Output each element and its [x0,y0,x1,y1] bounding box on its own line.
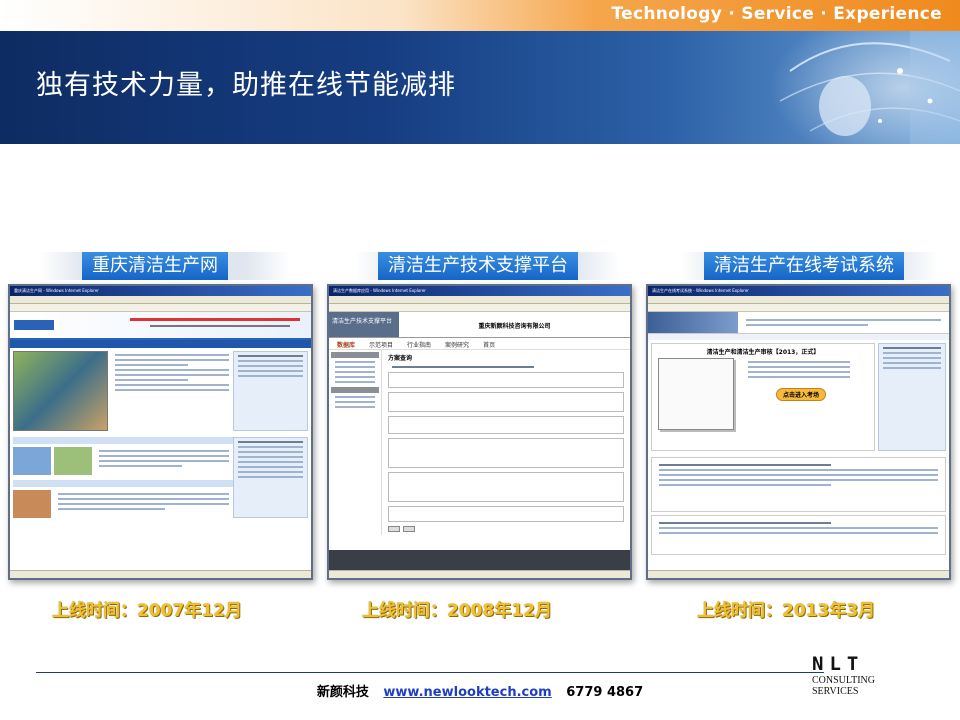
nav-item-database[interactable]: 数据库 [337,340,355,349]
site-footer [329,550,630,570]
launch-date-1: 上线时间：2007年12月 [52,601,242,621]
left-menu [329,350,381,535]
network-globe-illustration [770,31,960,144]
nav-item-home[interactable]: 首页 [483,340,495,349]
nlt-logo: NLT CONSULTING SERVICES [812,653,912,697]
window-title: 重庆清洁生产网 - Windows Internet Explorer [10,286,311,296]
screenshot-online-exam-system: 清洁生产在线考试系统 - Windows Internet Explorer 清… [646,284,951,580]
site-header [648,312,949,334]
screenshot-cq-cleaner-production-site: 重庆清洁生产网 - Windows Internet Explorer [8,284,313,580]
window-title: 清洁生产在线考试系统 - Windows Internet Explorer [648,286,949,296]
footer-url-link[interactable]: www.newlooktech.com [383,685,551,700]
site-nav [10,340,311,348]
window-title: 清洁生产数据库应用 - Windows Internet Explorer [329,286,630,296]
platform-name-1: 重庆清洁生产网 [82,252,228,280]
logo-line-1: CONSULTING [812,675,875,686]
exam-tips [651,457,946,512]
footer-phone: 6779 4867 [566,685,644,700]
toolbar [10,296,311,304]
section-header-1: 重庆清洁生产网 [40,252,290,280]
screenshot-technical-support-platform: 清洁生产数据库应用 - Windows Internet Explorer 清洁… [327,284,632,580]
platform-name-3: 清洁生产在线考试系统 [704,252,904,280]
status-bar [648,570,949,578]
nav-item-guide[interactable]: 行业指南 [407,340,431,349]
platform-name-2: 清洁生产技术支撑平台 [378,252,578,280]
exam-intro [651,515,946,555]
site-content [10,348,311,434]
nav-item-case[interactable]: 案例研究 [445,340,469,349]
company-name: 重庆新颜科技咨询有限公司 [399,312,630,337]
status-bar [329,570,630,578]
launch-date-3: 上线时间：2013年3月 [697,601,876,621]
footer-company: 新颜科技 [316,685,369,700]
nav-item-demo[interactable]: 示范项目 [369,340,393,349]
footer-divider [36,672,824,673]
panel-title: 方案查询 [388,355,413,362]
site-nav: 数据库 示范项目 行业指南 案例研究 首页 [329,338,630,350]
notice-panel [878,343,946,451]
tagline: Technology · Service · Experience [611,4,942,24]
query-panel: 方案查询 [381,350,630,535]
exam-title: 清洁生产和清洁生产审核【2013，正式】 [706,349,820,356]
status-bar [10,570,311,578]
page-title: 独有技术力量，助推在线节能减排 [36,70,456,101]
toolbar [648,296,949,304]
exam-card: 清洁生产和清洁生产审核【2013，正式】 点击进入考场 [651,343,875,451]
address-bar [648,304,949,312]
section-header-3: 清洁生产在线考试系统 [680,252,938,280]
address-bar [10,304,311,312]
launch-date-2: 上线时间：2008年12月 [362,601,552,621]
section-header-2: 清洁生产技术支撑平台 [355,252,620,280]
top-bar: Technology · Service · Experience [0,0,960,31]
logo-mark: NLT [812,653,865,675]
toolbar [329,296,630,304]
logo-line-2: SERVICES [812,686,859,697]
slide: Technology · Service · Experience 独有技术力量… [0,0,960,720]
enter-exam-button[interactable]: 点击进入考场 [776,388,827,401]
platform-header-label: 清洁生产技术支撑平台 [329,312,399,337]
address-bar [329,304,630,312]
title-banner: 独有技术力量，助推在线节能减排 [0,31,960,144]
site-header: 清洁生产技术支撑平台 重庆新颜科技咨询有限公司 [329,312,630,338]
site-header [10,312,311,340]
